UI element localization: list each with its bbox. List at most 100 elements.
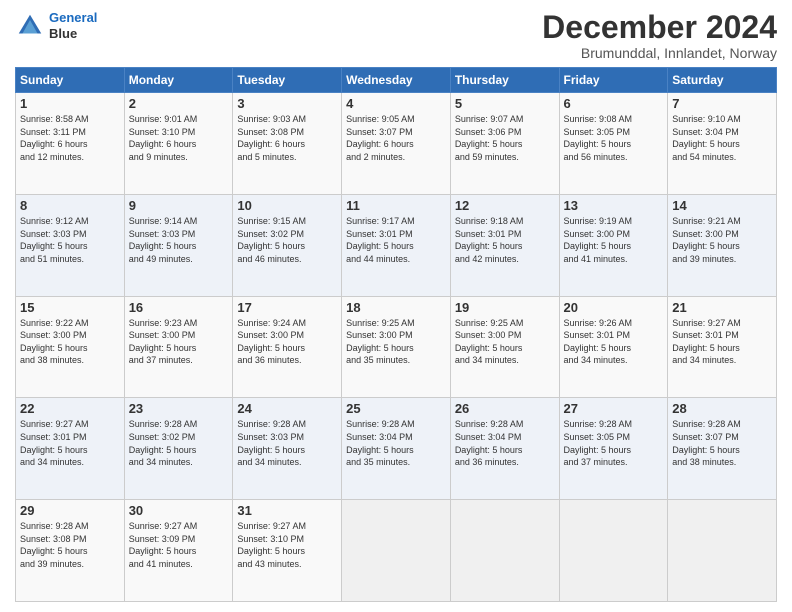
day-number: 24 [237,401,337,416]
calendar-cell: 13Sunrise: 9:19 AM Sunset: 3:00 PM Dayli… [559,194,668,296]
calendar-cell: 9 Sunrise: 9:14 AM Sunset: 3:03 PM Daylig… [124,194,233,296]
day-info: Sunrise: 9:10 AM Sunset: 3:04 PM Dayligh… [672,113,772,163]
day-info: Sunrise: 9:15 AM Sunset: 3:02 PM Dayligh… [237,215,337,265]
day-info: Sunrise: 9:03 AM Sunset: 3:08 PM Dayligh… [237,113,337,163]
header-monday: Monday [124,68,233,93]
day-number: 5 [455,96,555,111]
day-number: 11 [346,198,446,213]
day-info: Sunrise: 9:23 AM Sunset: 3:00 PM Dayligh… [129,317,229,367]
calendar-cell: 4Sunrise: 9:05 AM Sunset: 3:07 PM Daylig… [342,93,451,195]
calendar-cell: 10 Sunrise: 9:15 AM Sunset: 3:02 PM Dayli… [233,194,342,296]
calendar-cell: 16 Sunrise: 9:23 AM Sunset: 3:00 PM Dayli… [124,296,233,398]
day-info: Sunrise: 9:21 AM Sunset: 3:00 PM Dayligh… [672,215,772,265]
calendar-week-2: 8Sunrise: 9:12 AM Sunset: 3:03 PM Daylig… [16,194,777,296]
day-info: Sunrise: 9:28 AM Sunset: 3:04 PM Dayligh… [346,418,446,468]
calendar-cell: 22 Sunrise: 9:27 AM Sunset: 3:01 PM Dayli… [16,398,125,500]
calendar-week-4: 22 Sunrise: 9:27 AM Sunset: 3:01 PM Dayli… [16,398,777,500]
day-number: 2 [129,96,229,111]
day-info: Sunrise: 9:28 AM Sunset: 3:05 PM Dayligh… [564,418,664,468]
day-info: Sunrise: 8:58 AM Sunset: 3:11 PM Dayligh… [20,113,120,163]
day-info: Sunrise: 9:19 AM Sunset: 3:00 PM Dayligh… [564,215,664,265]
calendar-cell: 17 Sunrise: 9:24 AM Sunset: 3:00 PM Dayli… [233,296,342,398]
day-info: Sunrise: 9:18 AM Sunset: 3:01 PM Dayligh… [455,215,555,265]
title-area: December 2024 Brumunddal, Innlandet, Nor… [542,10,777,61]
calendar-cell: 19 Sunrise: 9:25 AM Sunset: 3:00 PM Dayli… [450,296,559,398]
calendar-cell: 7 Sunrise: 9:10 AM Sunset: 3:04 PM Daylig… [668,93,777,195]
calendar-cell: 23 Sunrise: 9:28 AM Sunset: 3:02 PM Dayli… [124,398,233,500]
calendar-cell: 12Sunrise: 9:18 AM Sunset: 3:01 PM Dayli… [450,194,559,296]
day-number: 19 [455,300,555,315]
day-number: 18 [346,300,446,315]
day-number: 25 [346,401,446,416]
logo-text: General Blue [49,10,97,41]
calendar-week-3: 15 Sunrise: 9:22 AM Sunset: 3:00 PM Dayli… [16,296,777,398]
day-number: 21 [672,300,772,315]
location-subtitle: Brumunddal, Innlandet, Norway [542,45,777,61]
header-tuesday: Tuesday [233,68,342,93]
day-number: 26 [455,401,555,416]
day-info: Sunrise: 9:28 AM Sunset: 3:02 PM Dayligh… [129,418,229,468]
day-info: Sunrise: 9:27 AM Sunset: 3:10 PM Dayligh… [237,520,337,570]
calendar-cell: 21 Sunrise: 9:27 AM Sunset: 3:01 PM Dayli… [668,296,777,398]
header-thursday: Thursday [450,68,559,93]
day-info: Sunrise: 9:24 AM Sunset: 3:00 PM Dayligh… [237,317,337,367]
day-number: 3 [237,96,337,111]
calendar-cell: 28 Sunrise: 9:28 AM Sunset: 3:07 PM Dayli… [668,398,777,500]
day-number: 7 [672,96,772,111]
day-number: 16 [129,300,229,315]
calendar-cell [342,500,451,602]
calendar-cell: 6 Sunrise: 9:08 AM Sunset: 3:05 PM Daylig… [559,93,668,195]
calendar-cell: 24 Sunrise: 9:28 AM Sunset: 3:03 PM Dayli… [233,398,342,500]
day-info: Sunrise: 9:27 AM Sunset: 3:09 PM Dayligh… [129,520,229,570]
calendar-cell: 14 Sunrise: 9:21 AM Sunset: 3:00 PM Dayli… [668,194,777,296]
calendar-header: Sunday Monday Tuesday Wednesday Thursday… [16,68,777,93]
day-info: Sunrise: 9:28 AM Sunset: 3:07 PM Dayligh… [672,418,772,468]
calendar-cell: 18 Sunrise: 9:25 AM Sunset: 3:00 PM Dayli… [342,296,451,398]
calendar-week-5: 29Sunrise: 9:28 AM Sunset: 3:08 PM Dayli… [16,500,777,602]
day-info: Sunrise: 9:07 AM Sunset: 3:06 PM Dayligh… [455,113,555,163]
calendar-cell: 2 Sunrise: 9:01 AM Sunset: 3:10 PM Daylig… [124,93,233,195]
logo: General Blue [15,10,97,41]
day-info: Sunrise: 9:08 AM Sunset: 3:05 PM Dayligh… [564,113,664,163]
header-saturday: Saturday [668,68,777,93]
day-info: Sunrise: 9:14 AM Sunset: 3:03 PM Dayligh… [129,215,229,265]
day-info: Sunrise: 9:27 AM Sunset: 3:01 PM Dayligh… [20,418,120,468]
calendar-cell: 30 Sunrise: 9:27 AM Sunset: 3:09 PM Dayli… [124,500,233,602]
day-info: Sunrise: 9:26 AM Sunset: 3:01 PM Dayligh… [564,317,664,367]
day-info: Sunrise: 9:22 AM Sunset: 3:00 PM Dayligh… [20,317,120,367]
day-number: 22 [20,401,120,416]
logo-icon [15,11,45,41]
day-number: 30 [129,503,229,518]
month-title: December 2024 [542,10,777,45]
day-number: 23 [129,401,229,416]
calendar-body: 1 Sunrise: 8:58 AM Sunset: 3:11 PM Daylig… [16,93,777,602]
calendar-cell: 31 Sunrise: 9:27 AM Sunset: 3:10 PM Dayli… [233,500,342,602]
day-number: 15 [20,300,120,315]
day-number: 14 [672,198,772,213]
day-number: 9 [129,198,229,213]
day-number: 28 [672,401,772,416]
day-info: Sunrise: 9:25 AM Sunset: 3:00 PM Dayligh… [455,317,555,367]
calendar-cell [559,500,668,602]
day-info: Sunrise: 9:28 AM Sunset: 3:03 PM Dayligh… [237,418,337,468]
day-number: 27 [564,401,664,416]
header: General Blue December 2024 Brumunddal, I… [15,10,777,61]
day-info: Sunrise: 9:28 AM Sunset: 3:04 PM Dayligh… [455,418,555,468]
day-number: 17 [237,300,337,315]
day-number: 31 [237,503,337,518]
header-wednesday: Wednesday [342,68,451,93]
day-info: Sunrise: 9:01 AM Sunset: 3:10 PM Dayligh… [129,113,229,163]
day-number: 10 [237,198,337,213]
header-friday: Friday [559,68,668,93]
day-number: 29 [20,503,120,518]
page: General Blue December 2024 Brumunddal, I… [0,0,792,612]
calendar-cell: 25 Sunrise: 9:28 AM Sunset: 3:04 PM Dayli… [342,398,451,500]
day-number: 6 [564,96,664,111]
day-number: 20 [564,300,664,315]
day-info: Sunrise: 9:27 AM Sunset: 3:01 PM Dayligh… [672,317,772,367]
calendar-cell: 1 Sunrise: 8:58 AM Sunset: 3:11 PM Daylig… [16,93,125,195]
day-info: Sunrise: 9:25 AM Sunset: 3:00 PM Dayligh… [346,317,446,367]
day-info: Sunrise: 9:12 AM Sunset: 3:03 PM Dayligh… [20,215,120,265]
day-number: 1 [20,96,120,111]
calendar-cell: 27 Sunrise: 9:28 AM Sunset: 3:05 PM Dayli… [559,398,668,500]
